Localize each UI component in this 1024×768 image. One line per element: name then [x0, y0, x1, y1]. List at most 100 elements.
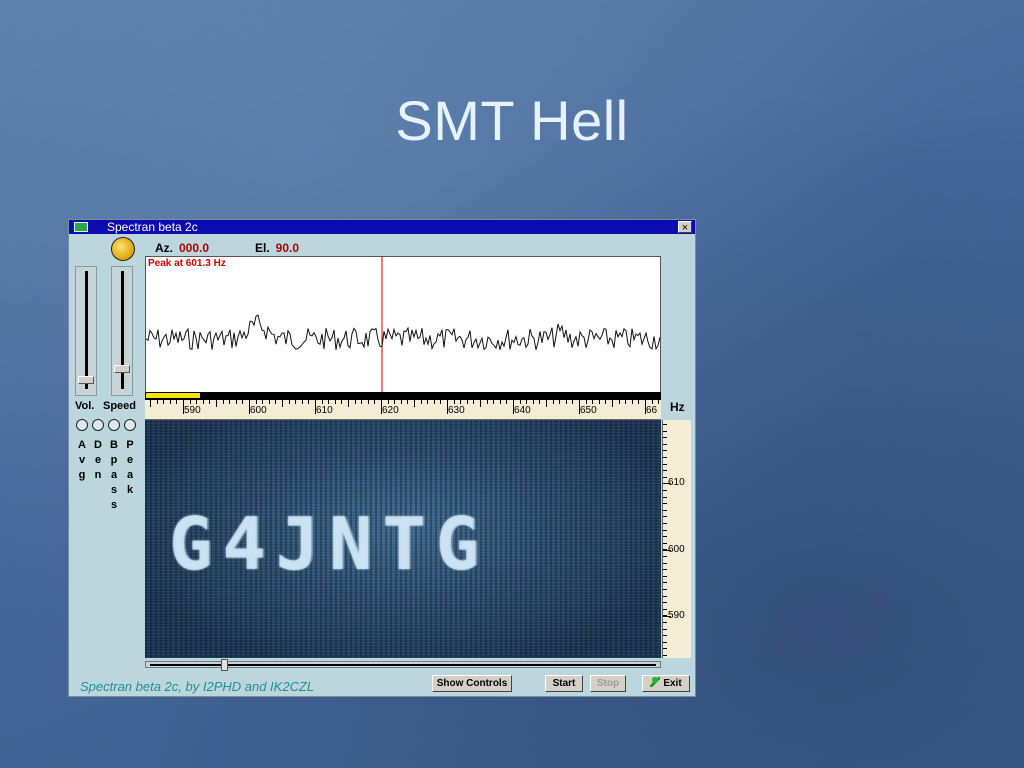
- scale-minor-tick: [663, 622, 667, 623]
- ruler-minor-tick: [176, 400, 177, 404]
- scale-minor-tick: [663, 569, 667, 570]
- ruler-minor-tick: [533, 400, 534, 404]
- ruler-minor-tick: [407, 400, 408, 404]
- ruler-minor-tick: [282, 400, 283, 407]
- scale-minor-tick: [663, 457, 667, 458]
- scale-minor-tick: [663, 536, 667, 537]
- ruler-minor-tick: [262, 400, 263, 404]
- ruler-minor-tick: [242, 400, 243, 404]
- azimuth-label: Az.: [155, 241, 173, 255]
- level-bar: [145, 392, 661, 400]
- speed-slider-thumb[interactable]: [114, 365, 130, 373]
- waterfall-display[interactable]: G4JNTG: [145, 420, 661, 658]
- ruler-minor-tick: [546, 400, 547, 407]
- volume-slider[interactable]: [75, 266, 97, 396]
- volume-label: Vol.: [75, 400, 95, 412]
- tuning-knob-icon[interactable]: [111, 237, 135, 261]
- ruler-minor-tick: [454, 400, 455, 404]
- elevation-label: El.: [255, 241, 270, 255]
- scale-minor-tick: [663, 576, 667, 577]
- ruler-minor-tick: [289, 400, 290, 404]
- waterfall-scrollbar[interactable]: [145, 659, 661, 671]
- ruler-minor-tick: [414, 400, 415, 407]
- ruler-tick-label: 630: [448, 405, 465, 416]
- ruler-minor-tick: [566, 400, 567, 404]
- app-icon: [74, 222, 88, 232]
- ruler-minor-tick: [586, 400, 587, 404]
- show-controls-button[interactable]: Show Controls: [432, 675, 512, 692]
- scale-minor-tick: [663, 450, 667, 451]
- ruler-minor-tick: [275, 400, 276, 404]
- ruler-minor-tick: [506, 400, 507, 404]
- ruler-minor-tick: [361, 400, 362, 404]
- scale-minor-tick: [663, 596, 667, 597]
- ruler-minor-tick: [526, 400, 527, 404]
- den-toggle[interactable]: [92, 419, 104, 431]
- speed-slider[interactable]: [111, 266, 133, 396]
- ruler-minor-tick: [328, 400, 329, 404]
- bpass-toggle[interactable]: [108, 419, 120, 431]
- scale-minor-tick: [663, 629, 667, 630]
- volume-slider-thumb[interactable]: [78, 376, 94, 384]
- start-button[interactable]: Start: [545, 675, 583, 692]
- ruler-minor-tick: [355, 400, 356, 404]
- peak-label: Peak: [126, 439, 134, 496]
- ruler-minor-tick: [427, 400, 428, 404]
- exit-button[interactable]: Exit: [642, 675, 690, 692]
- speed-label: Speed: [103, 400, 137, 412]
- ruler-minor-tick: [163, 400, 164, 404]
- scale-minor-tick: [663, 444, 667, 445]
- waterfall-scroll-thumb[interactable]: [221, 659, 228, 671]
- avg-label: Avg: [78, 439, 86, 481]
- ruler-minor-tick: [374, 400, 375, 404]
- ruler-minor-tick: [487, 400, 488, 404]
- slide-title: SMT Hell: [395, 89, 629, 152]
- ruler-minor-tick: [539, 400, 540, 404]
- ruler-minor-tick: [638, 400, 639, 404]
- ruler-minor-tick: [421, 400, 422, 404]
- waterfall-scale: 610 600 590: [662, 420, 691, 658]
- peak-toggle[interactable]: [124, 419, 136, 431]
- scale-minor-tick: [663, 424, 667, 425]
- scale-minor-tick: [663, 530, 667, 531]
- scale-minor-tick: [663, 602, 667, 603]
- ruler-minor-tick: [269, 400, 270, 404]
- scale-minor-tick: [663, 609, 667, 610]
- avg-toggle[interactable]: [76, 419, 88, 431]
- ruler-minor-tick: [440, 400, 441, 404]
- stop-button[interactable]: Stop: [590, 675, 626, 692]
- ruler-minor-tick: [229, 400, 230, 404]
- ruler-minor-tick: [341, 400, 342, 404]
- frequency-ruler: 590 600 610 620 630 640 650 66: [145, 400, 661, 420]
- spectrum-display[interactable]: Peak at 601.3 Hz: [145, 256, 661, 394]
- scale-minor-tick: [663, 635, 667, 636]
- scale-minor-tick: [663, 516, 667, 517]
- ruler-minor-tick: [223, 400, 224, 404]
- title-bar[interactable]: Spectran beta 2c ×: [69, 220, 695, 234]
- running-man-icon: [650, 677, 661, 687]
- ruler-minor-tick: [553, 400, 554, 404]
- window-title: Spectran beta 2c: [107, 220, 198, 234]
- ruler-tick-label: 600: [250, 405, 267, 416]
- elevation-value: 90.0: [275, 241, 300, 255]
- close-button[interactable]: ×: [678, 221, 692, 234]
- scale-minor-tick: [663, 523, 667, 524]
- ruler-minor-tick: [216, 400, 217, 407]
- elevation-readout: El. 90.0: [255, 241, 299, 255]
- exit-label: Exit: [663, 678, 682, 689]
- ruler-minor-tick: [493, 400, 494, 404]
- scale-minor-tick: [663, 556, 667, 557]
- ruler-minor-tick: [572, 400, 573, 404]
- scale-minor-tick: [663, 490, 667, 491]
- ruler-minor-tick: [256, 400, 257, 404]
- den-label: Den: [94, 439, 102, 481]
- ruler-minor-tick: [592, 400, 593, 404]
- ruler-tick-label: 650: [580, 405, 597, 416]
- scale-minor-tick: [663, 464, 667, 465]
- ruler-minor-tick: [302, 400, 303, 404]
- ruler-tick-label: 590: [184, 405, 201, 416]
- ruler-minor-tick: [295, 400, 296, 404]
- ruler-minor-tick: [559, 400, 560, 404]
- ruler-minor-tick: [625, 400, 626, 404]
- ruler-minor-tick: [308, 400, 309, 404]
